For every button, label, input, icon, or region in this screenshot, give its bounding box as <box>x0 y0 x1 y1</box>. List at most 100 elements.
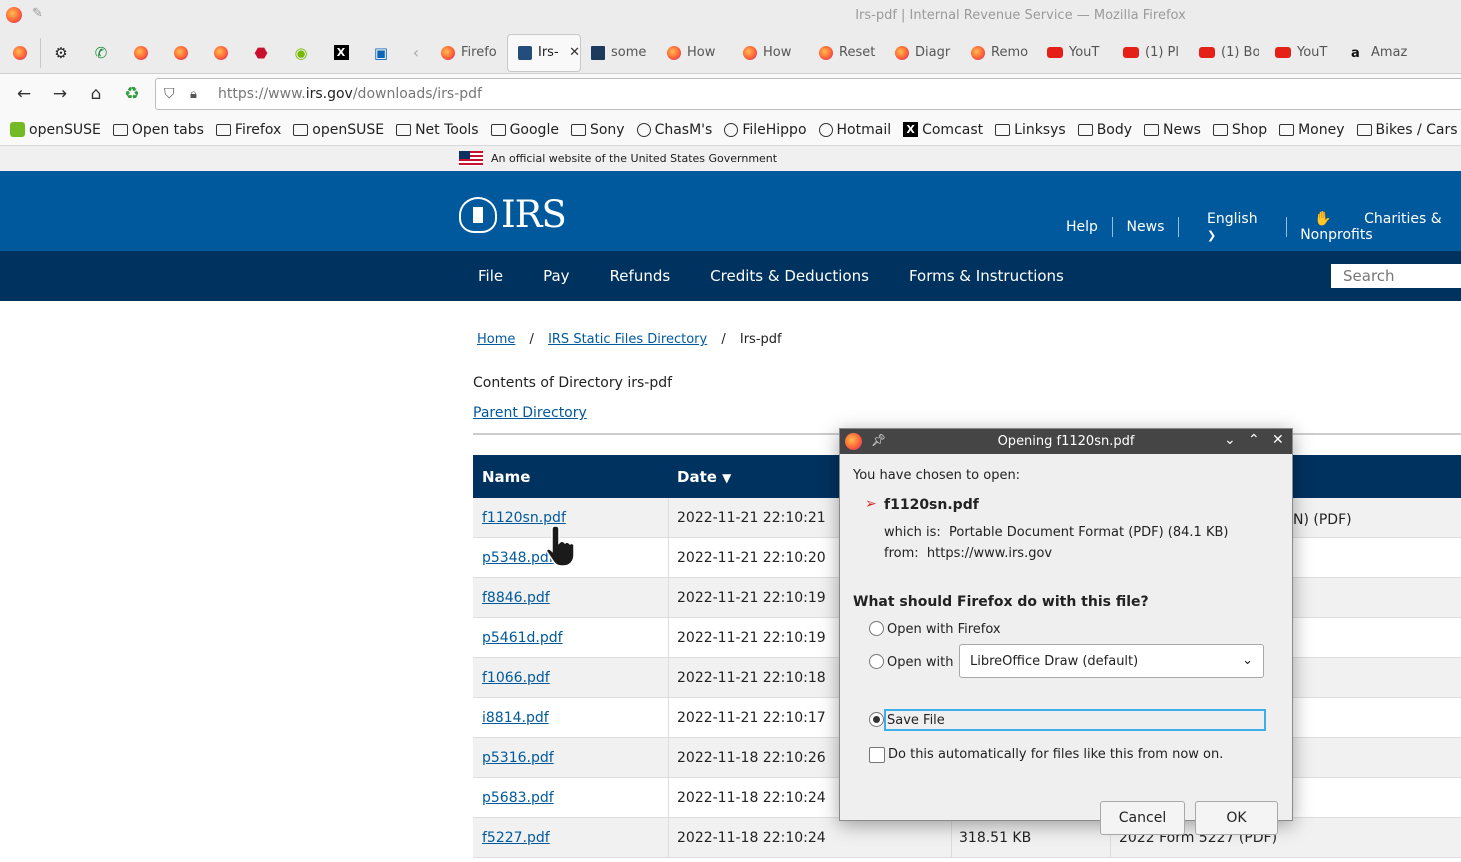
parent-directory-link[interactable]: Parent Directory <box>473 405 587 421</box>
breadcrumb-static[interactable]: IRS Static Files Directory <box>548 332 707 347</box>
news-link[interactable]: News <box>1113 219 1179 235</box>
bookmark-label: Comcast <box>922 121 984 138</box>
tab-6[interactable]: Diagr <box>885 34 961 72</box>
bookmark-16[interactable]: Bikes / Cars <box>1356 122 1458 138</box>
nav-item-2[interactable]: Refunds <box>610 267 671 285</box>
auto-action-label[interactable]: Do this automatically for files like thi… <box>888 747 1223 762</box>
bookmark-10[interactable]: X Comcast <box>903 122 983 138</box>
home-icon[interactable]: ⌂ <box>78 78 114 110</box>
breadcrumb-home[interactable]: Home <box>477 332 515 347</box>
folder-icon <box>112 123 128 136</box>
language-selector[interactable]: English ❯ <box>1179 211 1286 243</box>
irs-logo[interactable]: IRS <box>459 193 567 236</box>
breadcrumb-current: Irs-pdf <box>739 332 782 347</box>
pinned-firefox2-icon[interactable] <box>121 32 161 73</box>
file-date: 2022-11-21 22:10:19 <box>677 590 826 606</box>
close-icon[interactable]: ✕ <box>1272 432 1284 448</box>
bookmark-15[interactable]: Money <box>1279 122 1345 138</box>
bookmark-12[interactable]: Body <box>1077 122 1132 138</box>
tab-2[interactable]: some <box>581 34 657 72</box>
tab-4[interactable]: How <box>733 34 809 72</box>
nav-item-1[interactable]: Pay <box>543 267 569 285</box>
shield-icon[interactable]: ⛉ <box>164 86 182 102</box>
tab-10[interactable]: (1) Bo <box>1189 34 1265 72</box>
tab-7[interactable]: Remo <box>961 34 1037 72</box>
tab-11[interactable]: YouT <box>1265 34 1341 72</box>
date-column-header[interactable]: Date ▼ <box>677 468 731 486</box>
bookmark-11[interactable]: Linksys <box>995 122 1066 138</box>
bookmark-1[interactable]: Open tabs <box>112 122 204 138</box>
tab-5[interactable]: Reset <box>809 34 885 72</box>
bookmark-4[interactable]: Net Tools <box>396 122 479 138</box>
amazon-icon: a <box>1351 45 1360 61</box>
file-link[interactable]: f1066.pdf <box>482 670 550 686</box>
cancel-button[interactable]: Cancel <box>1100 801 1185 835</box>
pdf-file-icon: ➢ <box>865 496 877 512</box>
lock-icon[interactable]: 🔒︎ <box>190 87 206 102</box>
bookmark-0[interactable]: openSUSE <box>10 122 101 138</box>
bookmark-8[interactable]: FileHippo <box>724 121 807 138</box>
firefox-icon <box>667 45 681 60</box>
bookmark-label: FileHippo <box>742 121 807 138</box>
pinned-outlook-icon[interactable]: ▣ <box>361 32 401 73</box>
tab-12[interactable]: a Amaz <box>1341 34 1417 72</box>
ok-button[interactable]: OK <box>1195 801 1278 835</box>
bookmark-9[interactable]: Hotmail <box>818 122 891 138</box>
pinned-firefox3-icon[interactable] <box>161 32 201 73</box>
pinned-x-icon[interactable]: X <box>321 32 361 73</box>
charities-link[interactable]: ✋ Charities & Nonprofits <box>1286 211 1461 243</box>
file-link[interactable]: p5316.pdf <box>482 750 554 766</box>
site-search-input[interactable]: Search <box>1331 264 1461 288</box>
file-link[interactable]: f5227.pdf <box>482 830 550 846</box>
forward-arrow-icon[interactable]: → <box>42 78 78 110</box>
pinned-firefox4-icon[interactable] <box>201 32 241 73</box>
tab-scroll-left-icon[interactable]: ‹ <box>401 43 431 62</box>
bookmark-14[interactable]: Shop <box>1212 122 1267 138</box>
file-link[interactable]: f8846.pdf <box>482 590 550 606</box>
auto-action-checkbox[interactable] <box>869 747 885 763</box>
save-file-radio[interactable] <box>869 712 884 727</box>
nav-item-0[interactable]: File <box>478 267 503 285</box>
file-link[interactable]: p5683.pdf <box>482 790 554 806</box>
save-file-label[interactable]: Save File <box>887 713 945 728</box>
chosen-label: You have chosen to open: <box>853 468 1021 483</box>
name-column-header[interactable]: Name <box>482 468 530 486</box>
open-with-firefox-radio[interactable] <box>869 621 884 636</box>
pinned-red-app-icon[interactable]: ⬣ <box>241 32 281 73</box>
nav-item-3[interactable]: Credits & Deductions <box>710 267 869 285</box>
pinned-nvidia-icon[interactable]: ◉ <box>281 32 321 73</box>
tab-0[interactable]: Firefo <box>431 34 507 72</box>
file-link[interactable]: p5461d.pdf <box>482 630 563 646</box>
bookmark-3[interactable]: openSUSE <box>293 122 384 138</box>
tab-3[interactable]: How <box>657 34 733 72</box>
pinned-phone-icon[interactable]: ✆ <box>81 32 121 73</box>
help-link[interactable]: Help <box>1066 219 1112 235</box>
application-select[interactable]: LibreOffice Draw (default) ⌄ <box>959 644 1264 678</box>
open-with-firefox-label[interactable]: Open with Firefox <box>887 622 1001 637</box>
open-with-label[interactable]: Open with <box>887 655 953 670</box>
minimize-icon[interactable]: ⌄ <box>1224 432 1236 448</box>
nav-item-4[interactable]: Forms & Instructions <box>909 267 1064 285</box>
pinned-firefox-icon[interactable] <box>0 32 40 73</box>
bookmark-13[interactable]: News <box>1144 122 1201 138</box>
bookmark-6[interactable]: Sony <box>570 122 625 138</box>
url-text[interactable]: https://www.irs.gov/downloads/irs-pdf <box>218 86 482 102</box>
bookmark-2[interactable]: Firefox <box>215 122 281 138</box>
tab-label: YouT <box>1069 45 1100 60</box>
back-arrow-icon[interactable]: ← <box>6 78 42 110</box>
maximize-icon[interactable]: ⌃ <box>1248 432 1260 448</box>
open-with-radio[interactable] <box>869 654 884 669</box>
tab-8[interactable]: YouT <box>1037 34 1113 72</box>
extension-recycle-icon[interactable]: ♻ <box>114 78 150 110</box>
pinned-settings-icon[interactable]: ⚙ <box>41 32 81 73</box>
close-tab-icon[interactable]: ✕ <box>569 45 580 60</box>
file-type: which is: Portable Document Format (PDF)… <box>884 525 1229 540</box>
file-link[interactable]: p5348.pdf <box>482 550 554 566</box>
tab-1[interactable]: Irs- ✕ <box>507 33 581 72</box>
file-date: 2022-11-18 22:10:26 <box>677 750 826 766</box>
bookmark-7[interactable]: ChasM's <box>636 122 712 138</box>
file-link[interactable]: i8814.pdf <box>482 710 549 726</box>
address-bar[interactable]: ⛉ 🔒︎ https://www.irs.gov/downloads/irs-p… <box>155 78 1461 110</box>
bookmark-5[interactable]: Google <box>490 122 559 138</box>
tab-9[interactable]: (1) Pl <box>1113 34 1189 72</box>
